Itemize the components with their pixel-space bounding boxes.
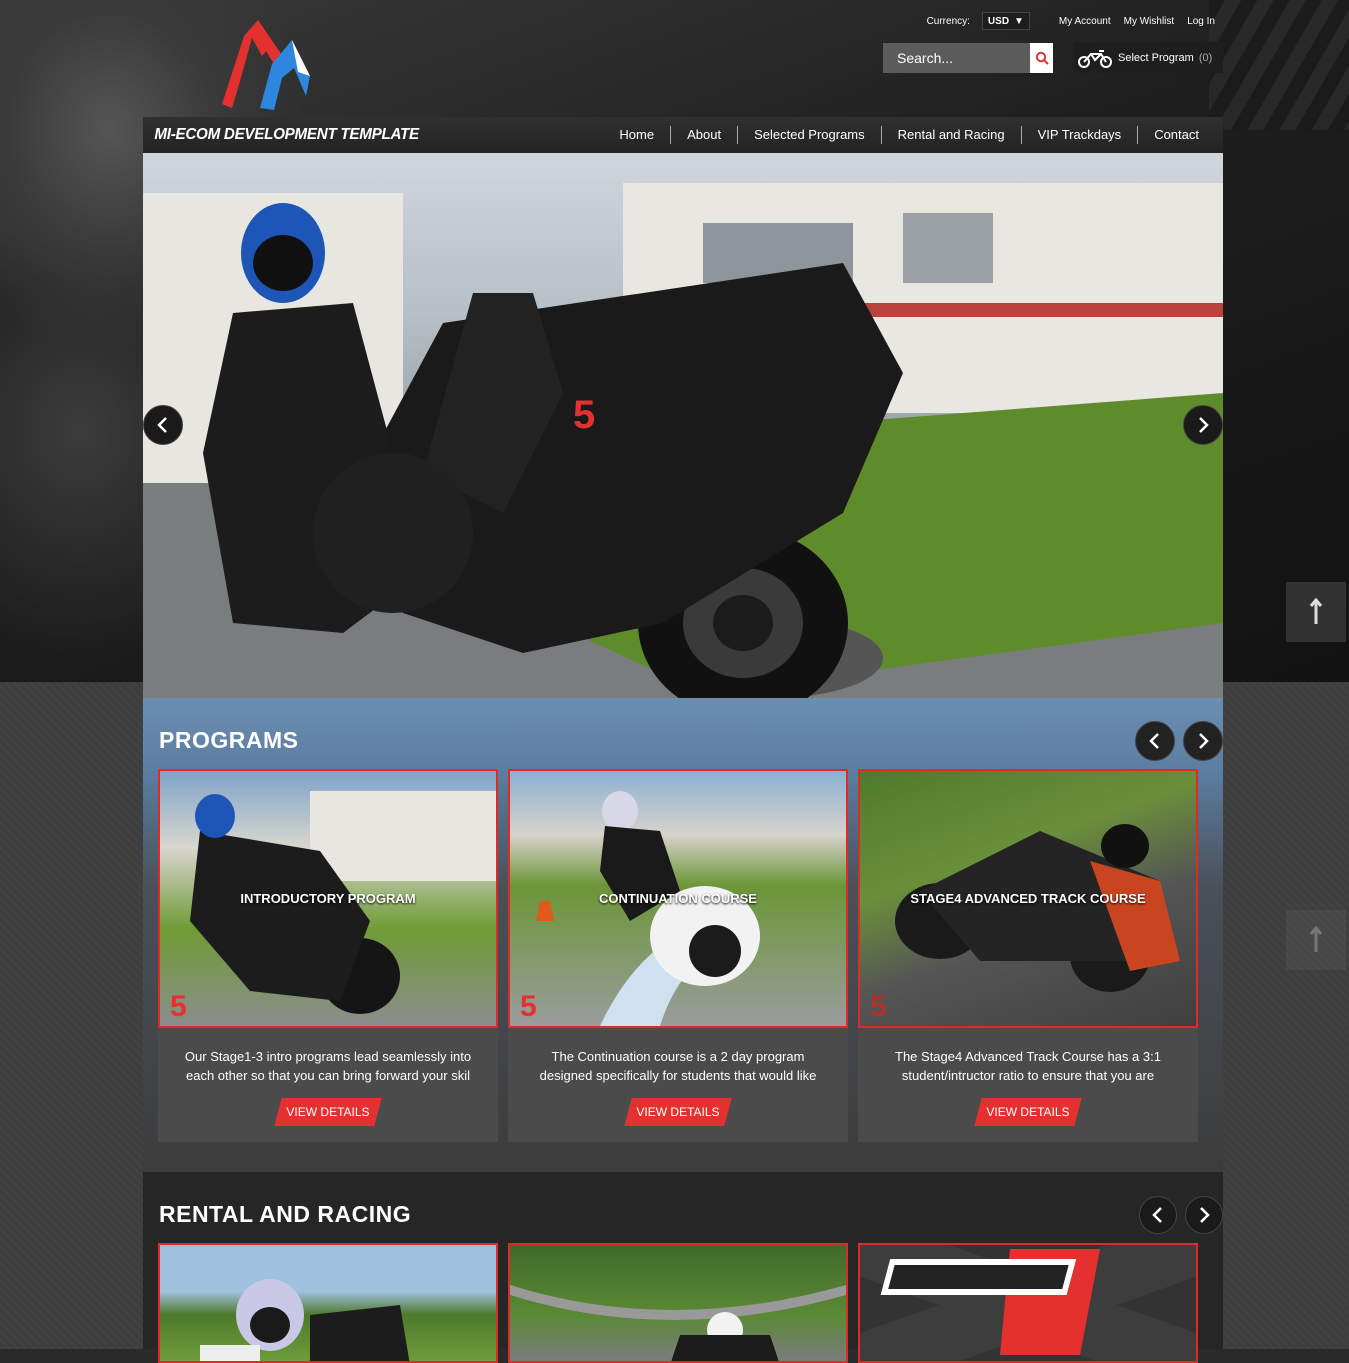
rental-card-photo — [200, 1279, 410, 1361]
select-program-label: Select Program — [1118, 51, 1194, 64]
program-card-description: Our Stage1-3 intro programs lead seamles… — [158, 1028, 498, 1086]
hero-image: 5 — [143, 183, 1223, 698]
top-links: Currency: USD ▼ My Account My Wishlist L… — [927, 12, 1215, 30]
currency-select[interactable]: USD ▼ — [981, 12, 1030, 30]
description-line: designed specifically for students that … — [539, 1068, 817, 1083]
nav-contact[interactable]: Contact — [1137, 126, 1215, 144]
caret-down-icon: ▼ — [1014, 15, 1024, 27]
nav-about[interactable]: About — [670, 126, 737, 144]
svg-text:5: 5 — [870, 990, 887, 1023]
chevron-left-icon — [1149, 733, 1159, 749]
chevron-right-icon — [1199, 417, 1209, 433]
chevron-left-icon — [1152, 1207, 1162, 1223]
search-input[interactable] — [883, 43, 1030, 73]
view-details-button[interactable]: VIEW DETAILS — [274, 1098, 382, 1126]
currency-value: USD — [987, 15, 1010, 27]
motorcycle-icon — [1078, 49, 1112, 68]
program-card[interactable]: 5 INTRODUCTORY PROGRAM Our Stage1-3 intr… — [158, 769, 498, 1142]
svg-text:5: 5 — [573, 393, 595, 437]
description-line: The Stage4 Advanced Track Course has a 3… — [895, 1049, 1161, 1064]
search-icon — [1035, 51, 1049, 65]
view-details-label: VIEW DETAILS — [986, 1105, 1070, 1119]
program-card-description: The Continuation course is a 2 day progr… — [508, 1028, 848, 1086]
program-card-image[interactable]: 5 STAGE4 ADVANCED TRACK COURSE — [858, 769, 1198, 1028]
rental-card-photo — [510, 1285, 846, 1361]
rental-carousel-controls — [1139, 1196, 1223, 1234]
rental-racing-section: RENTAL AND RACING — [143, 1172, 1223, 1363]
chevron-right-icon — [1199, 733, 1209, 749]
select-program-button[interactable]: Select Program (0) — [1073, 42, 1223, 73]
arrow-up-icon — [1309, 926, 1323, 952]
description-line: each other so that you can bring forward… — [186, 1068, 470, 1083]
nav-selected-programs[interactable]: Selected Programs — [737, 126, 881, 144]
arrow-up-icon — [1309, 598, 1323, 624]
program-card-image[interactable]: 5 INTRODUCTORY PROGRAM — [158, 769, 498, 1028]
description-line: Our Stage1-3 intro programs lead seamles… — [184, 1049, 472, 1064]
view-details-label: VIEW DETAILS — [286, 1105, 370, 1119]
programs-section: PROGRAMS 5 INTRODUCTORY PROGRAM Our Stag… — [143, 698, 1223, 1172]
racer-logo-image — [860, 1245, 1196, 1361]
programs-prev-button[interactable] — [1135, 721, 1175, 761]
hero-prev-button[interactable] — [143, 405, 183, 445]
my-wishlist-link[interactable]: My Wishlist — [1124, 16, 1175, 27]
program-count: (0) — [1198, 51, 1213, 64]
search-box — [883, 43, 1053, 73]
hero-slider: 5 — [143, 153, 1223, 698]
view-details-button[interactable]: VIEW DETAILS — [624, 1098, 732, 1126]
program-card-image[interactable]: 5 CONTINUATION COURSE — [508, 769, 848, 1028]
svg-text:5: 5 — [170, 990, 187, 1023]
currency-label: Currency: — [926, 15, 970, 27]
description-line: student/intructor ratio to ensure that y… — [901, 1068, 1155, 1083]
program-card-description: The Stage4 Advanced Track Course has a 3… — [858, 1028, 1198, 1086]
nav-home[interactable]: Home — [603, 126, 670, 144]
program-card[interactable]: 5 STAGE4 ADVANCED TRACK COURSE The Stage… — [858, 769, 1198, 1142]
nav-vip-trackdays[interactable]: VIP Trackdays — [1020, 126, 1138, 144]
description-line: The Continuation course is a 2 day progr… — [551, 1049, 805, 1064]
rental-next-button[interactable] — [1185, 1196, 1223, 1234]
hero-next-button[interactable] — [1183, 405, 1223, 445]
programs-carousel-controls — [1135, 721, 1223, 761]
nav-rental-and-racing[interactable]: Rental and Racing — [880, 126, 1021, 144]
back-to-top-ghost-button[interactable] — [1286, 910, 1346, 970]
rental-prev-button[interactable] — [1139, 1196, 1177, 1234]
chevron-left-icon — [157, 417, 167, 433]
svg-text:5: 5 — [520, 990, 537, 1023]
search-button[interactable] — [1030, 43, 1053, 73]
log-in-link[interactable]: Log In — [1187, 16, 1215, 27]
rental-card-image[interactable] — [858, 1243, 1198, 1363]
site-title[interactable]: MI-ECOM DEVELOPMENT TEMPLATE — [143, 126, 419, 144]
view-details-button[interactable]: VIEW DETAILS — [974, 1098, 1082, 1126]
rental-card-image[interactable] — [508, 1243, 848, 1363]
main-nav: Home About Selected Programs Rental and … — [603, 126, 1223, 144]
program-card-title: INTRODUCTORY PROGRAM — [240, 891, 416, 906]
program-card[interactable]: 5 CONTINUATION COURSE The Continuation c… — [508, 769, 848, 1142]
view-details-label: VIEW DETAILS — [636, 1105, 720, 1119]
rental-card-image[interactable] — [158, 1243, 498, 1363]
main-navbar: MI-ECOM DEVELOPMENT TEMPLATE Home About … — [143, 117, 1223, 153]
chevron-right-icon — [1200, 1207, 1210, 1223]
my-account-link[interactable]: My Account — [1059, 16, 1111, 27]
programs-title: PROGRAMS — [159, 727, 299, 753]
brand-logo[interactable] — [214, 16, 318, 114]
programs-next-button[interactable] — [1183, 721, 1223, 761]
program-card-title: CONTINUATION COURSE — [599, 891, 757, 906]
program-card-title: STAGE4 ADVANCED TRACK COURSE — [910, 891, 1146, 906]
back-to-top-button[interactable] — [1286, 582, 1346, 642]
rental-title: RENTAL AND RACING — [159, 1201, 412, 1227]
